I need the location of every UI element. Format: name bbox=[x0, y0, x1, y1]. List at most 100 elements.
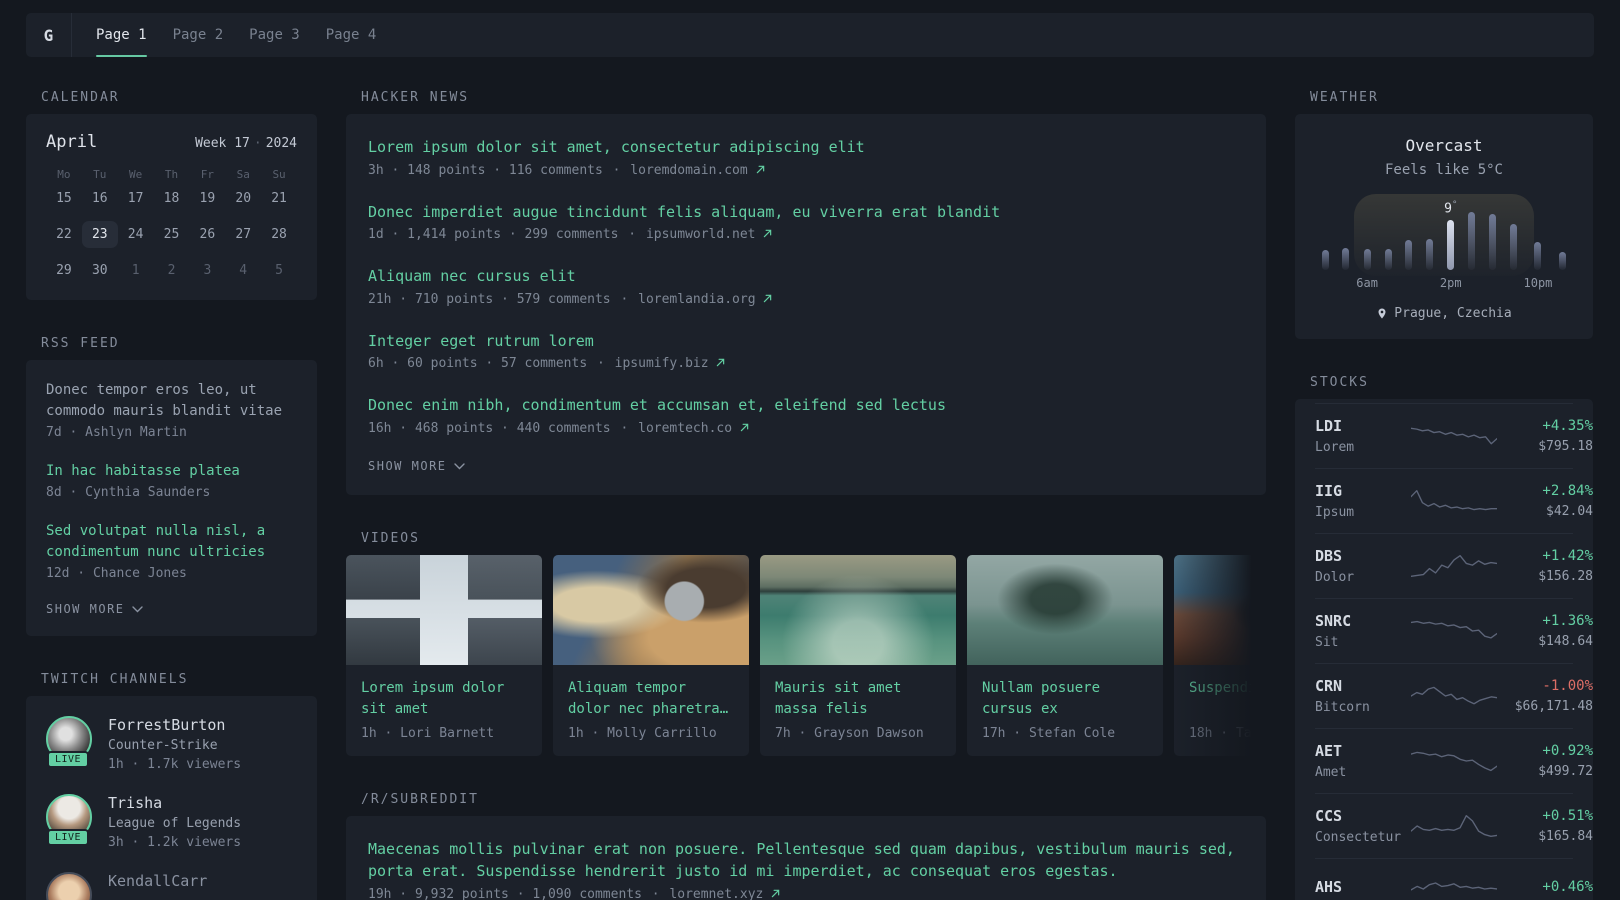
rss-item-meta: 8d · Cynthia Saunders bbox=[46, 485, 211, 500]
live-badge: LIVE bbox=[47, 751, 90, 768]
video-card[interactable]: Aliquam tempor dolor nec pharetra… 1h · … bbox=[553, 554, 749, 756]
video-title: Mauris sit amet massa felis bbox=[775, 679, 902, 717]
calendar-day: 26 bbox=[199, 227, 216, 242]
weather-feels-like: Feels like 5°C bbox=[1384, 162, 1503, 178]
stock-change: +0.92% bbox=[1542, 743, 1593, 759]
calendar-day: 30 bbox=[91, 263, 108, 278]
rss-item-title[interactable]: Donec tempor eros leo, ut commodo mauris… bbox=[46, 380, 297, 422]
hour-label: 2pm bbox=[1439, 276, 1462, 290]
stock-row[interactable]: AET Amet +0.92% $499.72 bbox=[1315, 728, 1593, 793]
stock-row[interactable]: CCS Consectetur +0.51% $165.84 bbox=[1315, 793, 1593, 858]
stock-row[interactable]: IIG Ipsum +2.84% $42.04 bbox=[1315, 468, 1593, 533]
temperature-bar bbox=[1321, 250, 1329, 270]
post-domain-link[interactable]: loremnet.xyz bbox=[669, 887, 780, 900]
calendar-day: 22 bbox=[56, 227, 72, 242]
stock-row[interactable]: SNRC Sit +1.36% $148.64 bbox=[1315, 598, 1593, 663]
video-meta: 17h · Stefan Cole bbox=[982, 725, 1116, 741]
stock-name: Ipsum bbox=[1315, 505, 1355, 520]
calendar-day: 21 bbox=[271, 191, 287, 206]
channel-viewers: 1h · 1.7k viewers bbox=[108, 757, 242, 772]
top-nav: G Page 1 Page 2 Page 3 Page 4 bbox=[26, 13, 1594, 57]
calendar-day: 2 bbox=[167, 263, 176, 278]
video-thumbnail bbox=[1174, 554, 1266, 665]
story-title[interactable]: Integer eget rutrum lorem bbox=[368, 330, 1244, 353]
external-link-icon bbox=[764, 294, 772, 302]
story-meta: 21h · 710 points · 579 comments · loreml… bbox=[368, 292, 1244, 307]
story-title[interactable]: Donec enim nibh, condimentum et accumsan… bbox=[368, 394, 1244, 417]
post-title[interactable]: Maecenas mollis pulvinar erat non posuer… bbox=[368, 838, 1244, 883]
stock-row[interactable]: AHS +0.46% bbox=[1315, 858, 1593, 900]
rss-item: In hac habitasse platea 8d · Cynthia Sau… bbox=[46, 461, 297, 500]
video-card[interactable]: Lorem ipsum dolor sit amet consectetu… 1… bbox=[346, 554, 542, 756]
video-meta: 7h · Grayson Dawson bbox=[775, 725, 924, 741]
story-title[interactable]: Aliquam nec cursus elit bbox=[368, 265, 1244, 288]
story-meta: 3h · 148 points · 116 comments · loremdo… bbox=[368, 163, 1244, 178]
chevron-down-icon bbox=[131, 606, 143, 613]
story-title[interactable]: Lorem ipsum dolor sit amet, consectetur … bbox=[368, 136, 1244, 159]
hackernews-item: Lorem ipsum dolor sit amet, consectetur … bbox=[368, 136, 1244, 178]
page-tab[interactable]: Page 3 bbox=[249, 13, 300, 57]
video-title: Lorem ipsum dolor sit amet consectetu… bbox=[361, 679, 505, 717]
temperature-bar bbox=[1489, 214, 1497, 270]
day-header: Su bbox=[272, 168, 286, 181]
twitch-channel-row[interactable]: LIVE Trisha League of Legends 3h · 1.2k … bbox=[46, 794, 297, 850]
weather-hour-column bbox=[1552, 192, 1573, 292]
stock-price: $165.84 bbox=[1538, 829, 1593, 844]
page-tab[interactable]: Page 1 bbox=[96, 13, 147, 57]
weather-hour-column bbox=[1378, 192, 1399, 292]
stock-change: +4.35% bbox=[1542, 418, 1593, 434]
story-meta: 6h · 60 points · 57 comments · ipsumify.… bbox=[368, 356, 1244, 371]
subreddit-card: Maecenas mollis pulvinar erat non posuer… bbox=[346, 815, 1266, 900]
weather-hour-column bbox=[1482, 192, 1503, 292]
calendar-month: April bbox=[46, 132, 98, 152]
stock-symbol: SNRC bbox=[1315, 612, 1352, 630]
video-card[interactable]: Nullam posuere cursus ex 17h · Stefan Co… bbox=[967, 554, 1163, 756]
stock-name: Lorem bbox=[1315, 440, 1355, 455]
day-header: Fr bbox=[200, 168, 214, 181]
temperature-bar bbox=[1509, 224, 1517, 270]
calendar-day: 29 bbox=[56, 263, 72, 278]
calendar-day: 18 bbox=[163, 191, 180, 206]
story-domain-link[interactable]: ipsumworld.net bbox=[646, 227, 772, 242]
hackernews-list: Lorem ipsum dolor sit amet, consectetur … bbox=[368, 136, 1244, 436]
rss-show-more-button[interactable]: SHOW MORE bbox=[46, 602, 297, 616]
story-domain-link[interactable]: loremtech.co bbox=[638, 421, 749, 436]
stocks-card: LDI Lorem +4.35% $795.18 IIG Ipsum +2.84… bbox=[1295, 399, 1593, 900]
stock-sparkline bbox=[1411, 882, 1497, 891]
calendar-days: 15 16 17 18 19 20 21 22 23 24 25 26 27 28 29 30 1 2 3 4 5 bbox=[46, 185, 297, 284]
page-tab[interactable]: Page 4 bbox=[326, 13, 377, 57]
channel-name: Trisha bbox=[108, 794, 163, 812]
twitch-channel-row[interactable]: LIVE ForrestBurton Counter-Strike 1h · 1… bbox=[46, 716, 297, 772]
rss-widget: RSS FEED Donec tempor eros leo, ut commo… bbox=[26, 336, 317, 636]
calendar-day-headers: Mo Tu We Th Fr Sa Su bbox=[46, 168, 297, 185]
stock-row[interactable]: LDI Lorem +4.35% $795.18 bbox=[1315, 403, 1593, 468]
calendar-week-year: Week 17 · 2024 bbox=[195, 136, 297, 151]
page-tab[interactable]: Page 2 bbox=[173, 13, 224, 57]
calendar-header: CALENDAR bbox=[41, 90, 120, 105]
hackernews-show-more-button[interactable]: SHOW MORE bbox=[368, 459, 1244, 473]
calendar-day: 24 bbox=[127, 227, 144, 242]
subreddit-widget: /R/SUBREDDIT Maecenas mollis pulvinar er… bbox=[346, 792, 1266, 900]
rss-item-meta: 12d · Chance Jones bbox=[46, 566, 187, 581]
stock-row[interactable]: DBS Dolor +1.42% $156.28 bbox=[1315, 533, 1593, 598]
story-domain-link[interactable]: loremdomain.com bbox=[630, 163, 764, 178]
video-card[interactable]: Mauris sit amet massa felis 7h · Grayson… bbox=[760, 554, 956, 756]
stock-row[interactable]: CRN Bitcorn -1.00% $66,171.48 bbox=[1315, 663, 1593, 728]
temperature-bar bbox=[1384, 249, 1392, 270]
rss-header: RSS FEED bbox=[41, 336, 120, 351]
twitch-channel-row[interactable]: KendallCarr bbox=[46, 872, 297, 900]
dot-separator: · bbox=[596, 356, 605, 371]
story-domain-link[interactable]: ipsumify.biz bbox=[615, 356, 726, 371]
videos-row: Lorem ipsum dolor sit amet consectetu… 1… bbox=[346, 554, 1266, 756]
stock-symbol: LDI bbox=[1315, 417, 1343, 435]
story-domain-link[interactable]: loremlandia.org bbox=[638, 292, 772, 307]
rss-item-title[interactable]: In hac habitasse platea bbox=[46, 461, 297, 482]
video-thumbnail bbox=[553, 554, 749, 665]
rss-item-title[interactable]: Sed volutpat nulla nisl, a condimentum n… bbox=[46, 521, 297, 563]
video-title: Aliquam tempor dolor nec pharetra… bbox=[568, 679, 729, 717]
rss-item: Sed volutpat nulla nisl, a condimentum n… bbox=[46, 521, 297, 581]
videos-widget: VIDEOS Lorem ipsum dolor sit amet consec… bbox=[346, 531, 1266, 756]
story-title[interactable]: Donec imperdiet augue tincidunt felis al… bbox=[368, 201, 1244, 224]
video-card[interactable]: Suspendisse diam 18h · Tara bbox=[1174, 554, 1266, 756]
week-label: Week 17 bbox=[195, 136, 250, 151]
